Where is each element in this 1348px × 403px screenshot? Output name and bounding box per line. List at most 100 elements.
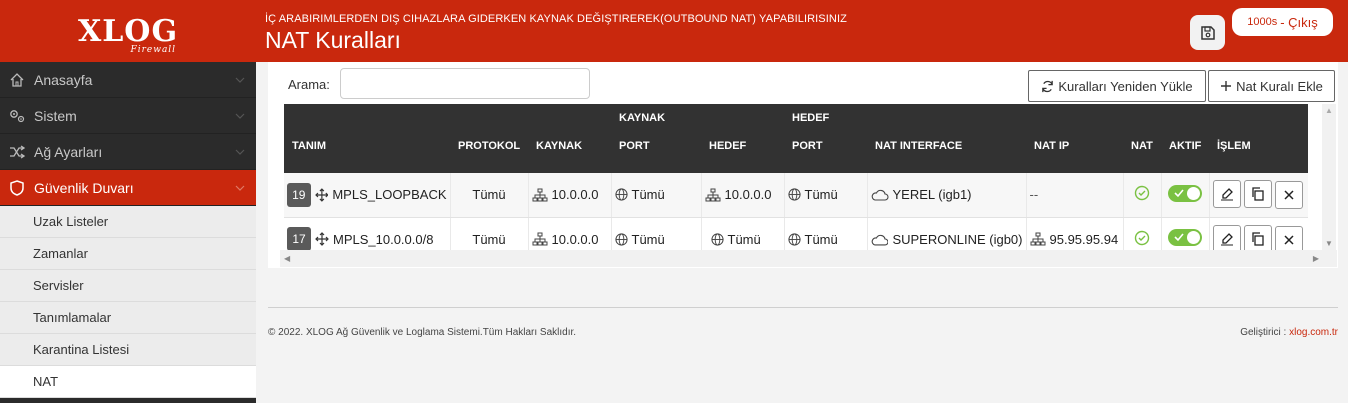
- footer-copyright: © 2022. XLOG Ağ Güvenlik ve Loglama Sist…: [268, 327, 577, 338]
- col-header-nat[interactable]: NAT: [1123, 104, 1161, 173]
- chevron-down-icon: [235, 185, 245, 191]
- cell-destination-port: Tümü: [784, 217, 868, 250]
- sidebar-subitem-uzak-listeler[interactable]: Uzak Listeler: [0, 206, 256, 238]
- cell-active: [1161, 217, 1210, 250]
- copy-button[interactable]: [1243, 180, 1272, 209]
- sidebar-item-guvenlik-duvari[interactable]: Güvenlik Duvarı: [0, 170, 256, 206]
- sidebar-item-sistem[interactable]: Sistem: [0, 98, 256, 134]
- edit-icon: [1220, 232, 1233, 245]
- sidebar: XLOG Firewall Anasayfa Sistem Ağ Ayarlar…: [0, 0, 256, 403]
- col-header-tanim[interactable]: TANIM: [284, 104, 450, 173]
- logo-text: XLOG Firewall: [78, 14, 178, 55]
- cell-source: 10.0.0.0: [528, 217, 612, 250]
- nat-ip: --: [1029, 187, 1039, 203]
- sidebar-item-label: Ağ Ayarları: [34, 143, 103, 160]
- sidebar-subitem-servisler[interactable]: Servisler: [0, 270, 256, 302]
- home-icon: [8, 71, 26, 89]
- search-label: Arama:: [288, 77, 330, 92]
- col-header-line: KAYNAK: [619, 112, 666, 124]
- close-icon: [1283, 190, 1294, 200]
- drag-handle-icon[interactable]: [315, 232, 329, 246]
- reload-rules-button[interactable]: Kuralları Yeniden Yükle: [1028, 70, 1206, 102]
- col-header-aktif[interactable]: AKTIF: [1161, 104, 1209, 173]
- main-content: Arama: Kuralları Yeniden Yükle Nat Kural…: [256, 62, 1348, 403]
- col-header-kaynak[interactable]: KAYNAK: [528, 104, 611, 173]
- active-toggle[interactable]: [1168, 229, 1202, 246]
- search-input[interactable]: [340, 68, 590, 99]
- destination-address: 10.0.0.0: [724, 187, 772, 203]
- rule-name: MPLS_LOOPBACK: [332, 187, 447, 203]
- col-header-nat-interface[interactable]: NAT INTERFACE: [867, 104, 1026, 173]
- chevron-down-icon: [235, 77, 245, 83]
- edit-button[interactable]: [1212, 180, 1241, 209]
- nat-rules-panel: Arama: Kuralları Yeniden Yükle Nat Kural…: [268, 62, 1338, 268]
- cloud-icon: [871, 190, 888, 201]
- nat-interface: SUPERONLINE (igb0): [892, 231, 1023, 247]
- shuffle-icon: [8, 143, 26, 161]
- sidebar-subitem-tanimlamalar[interactable]: Tanımlamalar: [0, 302, 256, 334]
- col-header-hedef-port[interactable]: HEDEF PORT: [784, 104, 867, 173]
- scroll-left-arrow[interactable]: ◀: [284, 254, 290, 263]
- col-header-nat-ip[interactable]: NAT IP: [1026, 104, 1123, 173]
- cell-nat-interface: YEREL (igb1): [867, 173, 1027, 218]
- shield-icon: [8, 179, 26, 197]
- table-row: 17 MPLS_10.0.0.0/8 Tümü 10.0.0.0 Tümü Tü…: [284, 217, 1308, 250]
- delete-button[interactable]: [1274, 181, 1303, 210]
- refresh-icon: [1042, 80, 1054, 92]
- col-header-protokol[interactable]: PROTOKOL: [450, 104, 528, 173]
- logo-subtitle: Firewall: [130, 44, 177, 55]
- col-header-hedef[interactable]: HEDEF: [701, 104, 784, 173]
- sidebar-submenu: Uzak Listeler Zamanlar Servisler Tanımla…: [0, 206, 256, 398]
- scroll-up-arrow[interactable]: ▲: [1325, 106, 1333, 115]
- cell-nat: [1123, 173, 1162, 218]
- delete-button[interactable]: [1274, 225, 1303, 250]
- cell-nat: [1123, 217, 1162, 250]
- sidebar-subitem-nat[interactable]: NAT: [0, 366, 256, 398]
- drag-handle-icon[interactable]: [314, 188, 329, 202]
- cell-tanim: 19 MPLS_LOOPBACK: [284, 173, 451, 218]
- app-root: XLOG Firewall Anasayfa Sistem Ağ Ayarlar…: [0, 0, 1348, 403]
- session-timer: 1000s: [1247, 16, 1278, 28]
- reload-rules-label: Kuralları Yeniden Yükle: [1058, 78, 1193, 94]
- page-title: NAT Kuralları: [265, 27, 401, 53]
- edit-button[interactable]: [1212, 224, 1241, 250]
- vertical-scrollbar[interactable]: ▲ ▼: [1322, 104, 1336, 250]
- col-header-kaynak-port[interactable]: KAYNAK PORT: [611, 104, 701, 173]
- floppy-disk-icon: [1200, 25, 1215, 40]
- logout-label: - Çıkış: [1280, 14, 1318, 30]
- sidebar-subitem-zamanlar[interactable]: Zamanlar: [0, 238, 256, 270]
- chevron-down-icon: [235, 113, 245, 119]
- scroll-right-arrow[interactable]: ▶: [1313, 254, 1319, 263]
- destination-port: Tümü: [804, 187, 838, 203]
- logo[interactable]: XLOG Firewall: [0, 0, 256, 62]
- network-icon: [532, 188, 547, 202]
- sidebar-item-ag-ayarlari[interactable]: Ağ Ayarları: [0, 134, 256, 170]
- cell-source: 10.0.0.0: [528, 173, 612, 218]
- save-button[interactable]: [1190, 15, 1225, 50]
- horizontal-scrollbar[interactable]: ◀ ▶: [280, 250, 1337, 267]
- developer-label: Geliştirici :: [1240, 327, 1287, 338]
- rule-name: MPLS_10.0.0.0/8: [333, 231, 434, 247]
- table-header-row: TANIM PROTOKOL KAYNAK KAYNAK PORT HEDEF H…: [284, 104, 1308, 173]
- active-toggle[interactable]: [1168, 184, 1202, 202]
- scroll-down-arrow[interactable]: ▼: [1325, 239, 1333, 248]
- gears-icon: [8, 107, 26, 125]
- table-row: 19 MPLS_LOOPBACK Tümü 10.0.0.0 Tümü 10.0…: [284, 173, 1308, 218]
- copy-button[interactable]: [1243, 224, 1272, 250]
- nat-rules-table: TANIM PROTOKOL KAYNAK KAYNAK PORT HEDEF H…: [284, 104, 1308, 250]
- col-header-line: PORT: [619, 140, 650, 152]
- add-nat-rule-label: Nat Kuralı Ekle: [1236, 78, 1323, 94]
- sidebar-subitem-karantina-listesi[interactable]: Karantina Listesi: [0, 334, 256, 366]
- check-circle-icon: [1134, 186, 1150, 201]
- network-icon: [1030, 232, 1045, 246]
- sidebar-item-anasayfa[interactable]: Anasayfa: [0, 62, 256, 98]
- cell-nat-interface: SUPERONLINE (igb0): [867, 217, 1027, 250]
- add-nat-rule-button[interactable]: Nat Kuralı Ekle: [1208, 70, 1335, 102]
- cell-source-port: Tümü: [611, 217, 702, 250]
- chevron-down-icon: [235, 149, 245, 155]
- globe-icon: [614, 188, 628, 201]
- logout-button[interactable]: 1000s - Çıkış: [1232, 8, 1333, 36]
- source-port: Tümü: [631, 231, 665, 247]
- developer-link[interactable]: xlog.com.tr: [1289, 327, 1338, 338]
- page-subtitle: İÇ ARABIRIMLERDEN DIŞ CIHAZLARA GIDERKEN…: [265, 13, 847, 25]
